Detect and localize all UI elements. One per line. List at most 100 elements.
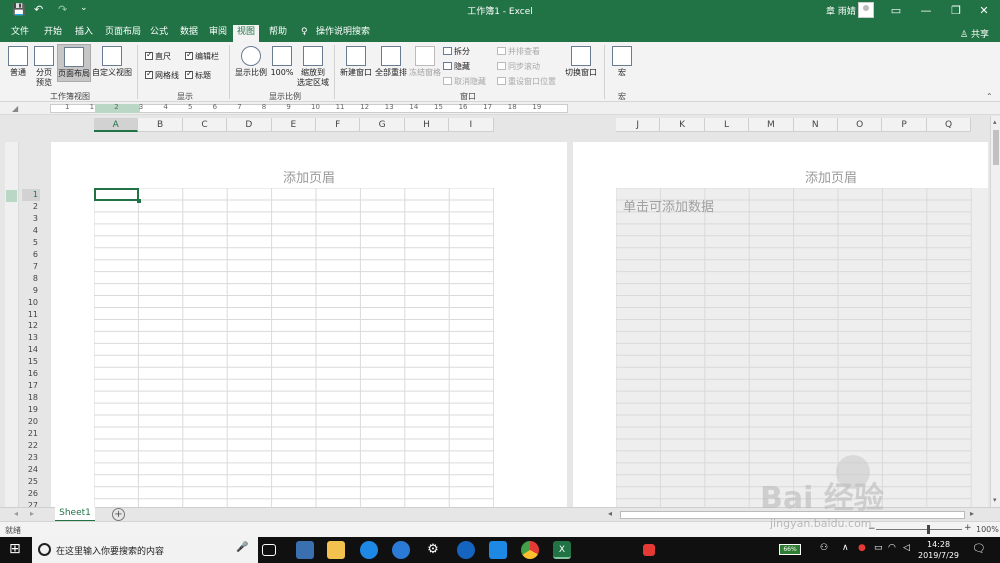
switch-windows-button[interactable]: 切换窗口 <box>563 46 599 78</box>
settings-gear-icon[interactable]: ⚙ <box>424 541 442 559</box>
view-side-by-side-button[interactable]: 并排查看 <box>497 47 540 57</box>
taskbar-search[interactable]: 在这里输入你要搜索的内容 🎤 <box>32 537 258 563</box>
file-explorer-icon[interactable] <box>327 541 345 559</box>
scroll-up-icon[interactable]: ▴ <box>993 118 997 126</box>
zoom-in-icon[interactable]: + <box>964 523 972 533</box>
add-sheet-icon[interactable]: + <box>112 508 125 521</box>
cell-grid-right[interactable] <box>616 188 988 508</box>
row-header-16[interactable]: 16 <box>22 368 40 380</box>
close-button[interactable]: ✕ <box>972 2 996 20</box>
taskbar-clock[interactable]: 14:28 2019/7/29 <box>918 539 959 561</box>
page-layout-view-button[interactable]: 页面布局 <box>57 44 91 82</box>
ribbon-display-options-icon[interactable]: ▭ <box>884 2 908 20</box>
tab-insert[interactable]: 插入 <box>71 25 97 42</box>
minimize-button[interactable]: — <box>914 2 938 20</box>
battery-indicator[interactable]: 66% <box>779 544 801 555</box>
hscroll-left-icon[interactable]: ◂ <box>608 509 612 518</box>
zoom-button[interactable]: 显示比例 <box>234 46 268 78</box>
row-header-11[interactable]: 11 <box>22 309 40 321</box>
reset-window-position-button[interactable]: 重设窗口位置 <box>497 77 556 87</box>
zoom-level[interactable]: 100% <box>976 525 999 534</box>
active-cell-a1[interactable] <box>94 188 139 201</box>
excel-taskbar-icon[interactable]: X <box>553 541 571 559</box>
zoom-slider-thumb[interactable] <box>927 525 930 534</box>
unhide-button[interactable]: 取消隐藏 <box>443 77 486 87</box>
freeze-panes-button[interactable]: 冻结窗格 <box>408 46 442 78</box>
lightbulb-icon[interactable]: ♀ <box>297 25 312 42</box>
zoom-100-button[interactable]: 100% <box>270 46 294 78</box>
row-header-23[interactable]: 23 <box>22 452 40 464</box>
microphone-icon[interactable]: 🎤 <box>236 542 248 553</box>
scrollbar-thumb[interactable] <box>993 130 999 165</box>
ie-browser-icon[interactable] <box>360 541 378 559</box>
tab-view[interactable]: 视图 <box>233 25 260 42</box>
wifi-icon[interactable]: ◠ <box>888 543 896 553</box>
arrange-all-button[interactable]: 全部重排 <box>374 46 408 78</box>
tab-data[interactable]: 数据 <box>176 25 202 42</box>
row-header-6[interactable]: 6 <box>22 249 40 261</box>
user-name[interactable]: 章 雨婧 <box>826 4 856 17</box>
row-header-20[interactable]: 20 <box>22 416 40 428</box>
column-header-d[interactable]: D <box>227 118 272 132</box>
row-header-2[interactable]: 2 <box>22 201 40 213</box>
store-icon[interactable] <box>296 541 314 559</box>
row-header-25[interactable]: 25 <box>22 476 40 488</box>
chevron-up-icon[interactable]: ∧ <box>842 543 849 553</box>
tab-home[interactable]: 开始 <box>40 25 66 42</box>
row-header-4[interactable]: 4 <box>22 225 40 237</box>
row-header-5[interactable]: 5 <box>22 237 40 249</box>
formula-bar-checkbox[interactable]: 编辑栏 <box>185 50 219 62</box>
row-header-19[interactable]: 19 <box>22 404 40 416</box>
row-header-24[interactable]: 24 <box>22 464 40 476</box>
gridlines-checkbox[interactable]: 网格线 <box>145 69 179 81</box>
row-header-7[interactable]: 7 <box>22 261 40 273</box>
sheet-nav-next-icon[interactable]: ▸ <box>30 509 34 518</box>
column-header-c[interactable]: C <box>182 118 228 132</box>
tab-file[interactable]: 文件 <box>7 25 33 42</box>
column-header-p[interactable]: P <box>882 118 927 132</box>
column-header-g[interactable]: G <box>360 118 405 132</box>
row-header-15[interactable]: 15 <box>22 356 40 368</box>
column-header-h[interactable]: H <box>404 118 450 132</box>
battery-icon[interactable]: ▭ <box>874 543 883 553</box>
select-all-triangle-icon[interactable]: ◢ <box>12 104 18 113</box>
tell-me-search[interactable]: 操作说明搜索 <box>312 25 374 42</box>
clock-app-icon[interactable] <box>392 541 410 559</box>
split-button[interactable]: 拆分 <box>443 47 470 57</box>
zoom-out-icon[interactable]: − <box>868 524 876 534</box>
column-header-l[interactable]: L <box>704 118 750 132</box>
avatar[interactable] <box>858 2 874 18</box>
sync-scroll-button[interactable]: 同步滚动 <box>497 62 540 72</box>
windows-start-icon[interactable]: ⊞ <box>9 541 21 557</box>
row-header-1[interactable]: 1 <box>22 189 40 201</box>
row-header-9[interactable]: 9 <box>22 285 40 297</box>
sheet-nav-prev-icon[interactable]: ◂ <box>14 509 18 518</box>
row-header-22[interactable]: 22 <box>22 440 40 452</box>
column-header-m[interactable]: M <box>749 118 794 132</box>
tab-page-layout[interactable]: 页面布局 <box>101 25 145 42</box>
ruler-checkbox[interactable]: 直尺 <box>145 50 171 62</box>
sheet-tab-sheet1[interactable]: Sheet1 <box>55 507 95 522</box>
add-header-right[interactable]: 添加页眉 <box>573 167 1000 186</box>
column-header-a[interactable]: A <box>94 118 139 132</box>
add-header-left[interactable]: 添加页眉 <box>51 167 567 186</box>
page-break-preview-button[interactable]: 分页 预览 <box>32 46 56 88</box>
chrome-icon[interactable] <box>521 541 539 559</box>
tab-help[interactable]: 帮助 <box>265 25 291 42</box>
collapse-ribbon-icon[interactable]: ⌃ <box>986 92 993 101</box>
column-header-f[interactable]: F <box>316 118 361 132</box>
click-to-add-data-hint[interactable]: 单击可添加数据 <box>623 196 714 215</box>
security-icon[interactable]: ● <box>858 543 866 553</box>
vertical-scrollbar[interactable]: ▴ ▾ <box>990 116 1000 508</box>
task-view-icon[interactable] <box>262 544 276 556</box>
macros-button[interactable]: 宏 <box>610 46 634 78</box>
volume-icon[interactable]: ◁ <box>903 543 910 553</box>
scroll-down-icon[interactable]: ▾ <box>993 496 997 504</box>
new-window-button[interactable]: 新建窗口 <box>339 46 373 78</box>
row-header-26[interactable]: 26 <box>22 488 40 500</box>
tab-formulas[interactable]: 公式 <box>146 25 172 42</box>
cell-grid-left[interactable] <box>94 188 494 508</box>
headings-checkbox[interactable]: 标题 <box>185 69 211 81</box>
row-header-3[interactable]: 3 <box>22 213 40 225</box>
column-header-e[interactable]: E <box>271 118 316 132</box>
